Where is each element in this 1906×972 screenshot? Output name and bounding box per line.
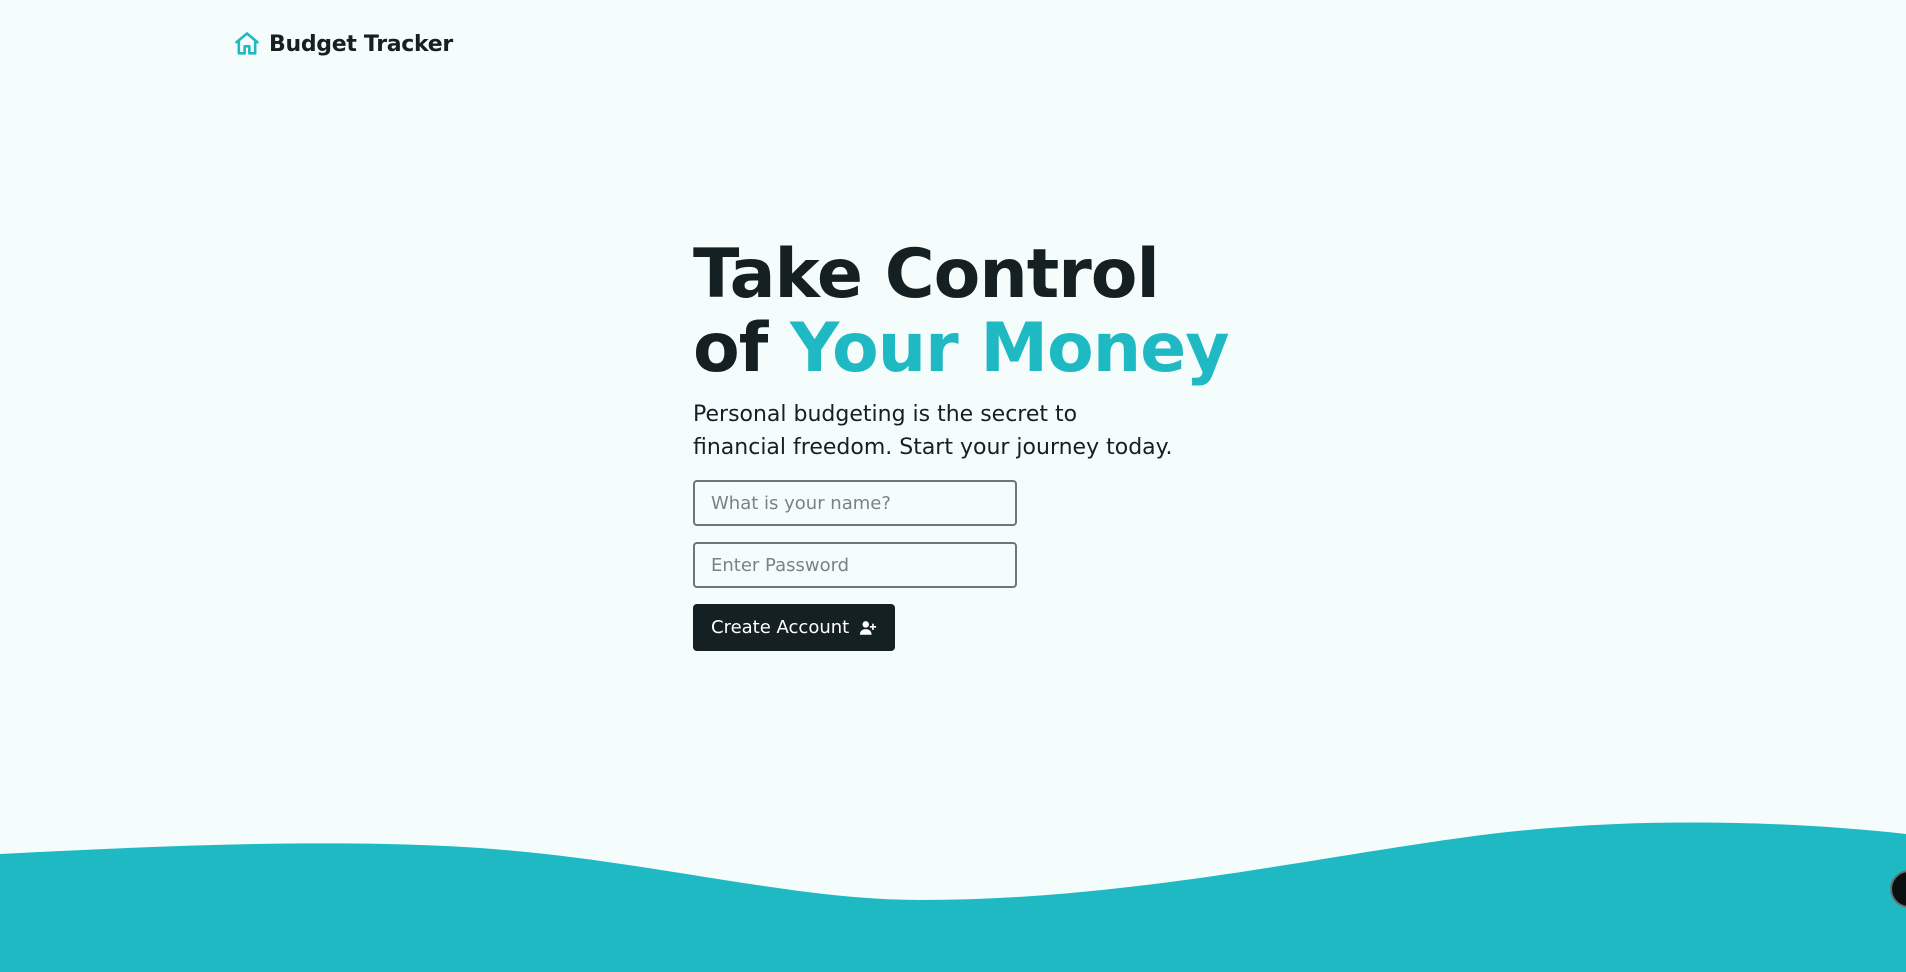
- brand-name: Budget Tracker: [269, 31, 453, 57]
- hero-section: Take Control of Your Money Personal budg…: [693, 238, 1253, 651]
- home-brand-link[interactable]: Budget Tracker: [233, 30, 453, 58]
- hero-title-line1: Take Control: [693, 235, 1160, 314]
- hero-title-prefix: of: [693, 309, 768, 388]
- password-input[interactable]: [693, 542, 1017, 588]
- user-plus-icon: [859, 619, 877, 637]
- hero-lead-text: Personal budgeting is the secret to fina…: [693, 402, 1173, 460]
- create-account-button[interactable]: Create Account: [693, 604, 896, 651]
- create-account-label: Create Account: [711, 617, 850, 638]
- hero-title-accent: Your Money: [790, 309, 1230, 388]
- signup-form: Create Account: [693, 480, 1253, 651]
- name-input[interactable]: [693, 480, 1017, 526]
- hero-title: Take Control of Your Money: [693, 238, 1253, 386]
- home-icon: [233, 30, 261, 58]
- decorative-wave: [0, 822, 1906, 972]
